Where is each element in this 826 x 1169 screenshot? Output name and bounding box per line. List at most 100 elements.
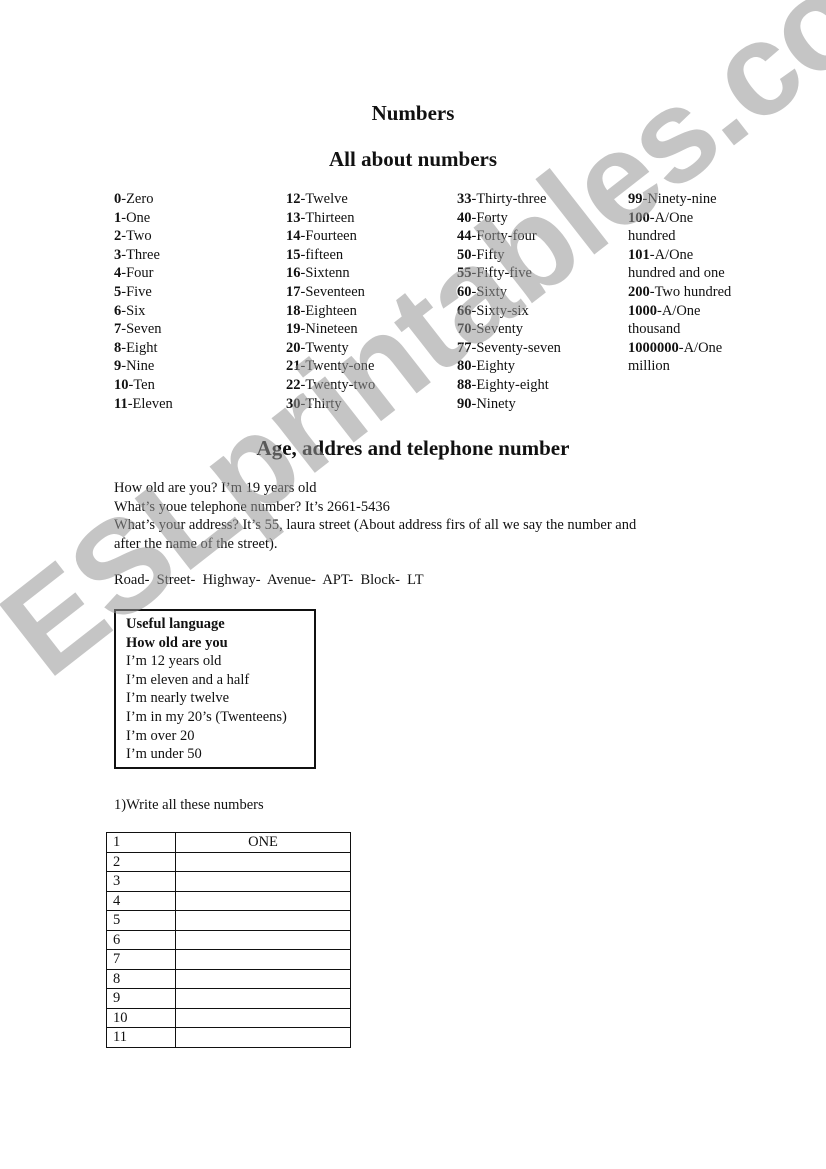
number-entry: thousand: [628, 320, 731, 339]
number-word: million: [628, 358, 670, 375]
exercise-answer-cell[interactable]: [175, 949, 351, 970]
number-digit: 14: [286, 228, 301, 245]
exercise-row: 1 ONE: [106, 832, 351, 853]
number-digit: 100: [628, 209, 650, 226]
paragraph-line: How old are you? I’m 19 years old: [114, 480, 317, 496]
number-entry: 50-Fifty: [457, 246, 561, 265]
number-entry: hundred: [628, 227, 731, 246]
number-digit: 101: [628, 246, 650, 263]
number-word: -Ninety: [471, 395, 516, 412]
number-word: -Nine: [121, 358, 155, 375]
number-digit: 11: [114, 395, 128, 412]
number-digit: 19: [286, 321, 301, 338]
exercise-answer-cell[interactable]: [175, 910, 351, 931]
number-word: -Twenty-one: [300, 358, 375, 375]
useful-language-box: Useful language How old are you I’m 12 y…: [114, 609, 316, 769]
number-word: -Seventeen: [300, 283, 365, 300]
number-word: -Eighty: [471, 358, 516, 375]
number-digit: 15: [286, 246, 301, 263]
numbers-column-4: 99-Ninety-nine 100-A/One hundred 101-A/One h…: [628, 190, 731, 376]
exercise-number: 10: [106, 1007, 176, 1028]
number-word: -Fifty-five: [471, 265, 532, 282]
number-entry: hundred and one: [628, 264, 731, 283]
number-entry: 14-Fourteen: [286, 227, 375, 246]
number-entry: 15-fifteen: [286, 246, 375, 265]
useful-language-subheading: How old are you: [126, 634, 228, 651]
number-entry: 17-Seventeen: [286, 283, 375, 302]
number-digit: 21: [286, 358, 301, 375]
exercise-number: 6: [106, 929, 176, 950]
exercise-answer-cell[interactable]: [175, 988, 351, 1009]
exercise-answer-cell[interactable]: [175, 1007, 351, 1028]
number-word: -Two: [121, 228, 152, 245]
number-entry: 5-Five: [114, 283, 173, 302]
exercise-row: 11: [106, 1027, 351, 1048]
number-entry: 60-Sixty: [457, 283, 561, 302]
number-digit: 99: [628, 191, 643, 207]
number-entry: 66-Sixty-six: [457, 302, 561, 321]
number-word: -Ninety-nine: [642, 191, 717, 207]
paragraph-line: What’s youe telephone number? It’s 2661-…: [114, 498, 390, 515]
number-word: -Sixty-six: [471, 302, 529, 319]
number-digit: 200: [628, 283, 650, 300]
number-entry: 200-Two hundred: [628, 283, 731, 302]
exercise-answer-cell[interactable]: [175, 890, 351, 911]
exercise-answer-cell[interactable]: [175, 929, 351, 950]
number-digit: 66: [457, 302, 472, 319]
number-digit: 10: [114, 376, 129, 393]
number-word: -Sixty: [471, 283, 507, 300]
exercise-number: 1: [106, 832, 176, 853]
exercise-answer-cell[interactable]: [175, 871, 351, 892]
number-digit: 90: [457, 395, 472, 412]
number-entry: 1000000-A/One: [628, 339, 731, 358]
number-word: -A/One: [657, 302, 701, 319]
number-word: -Seventy-seven: [471, 339, 561, 356]
exercise-row: 6: [106, 929, 351, 950]
number-word: -Three: [121, 246, 160, 263]
number-digit: 22: [286, 376, 301, 393]
exercise-table: 1 ONE 2 3 4 5 6 7 8 9 10 11: [106, 832, 351, 1048]
number-word: -Thirty: [300, 395, 342, 412]
number-entry: 55-Fifty-five: [457, 264, 561, 283]
exercise-answer-cell[interactable]: ONE: [175, 832, 351, 853]
number-entry: 6-Six: [114, 302, 173, 321]
exercise-answer-cell[interactable]: [175, 968, 351, 989]
number-entry: 8-Eight: [114, 339, 173, 358]
number-entry: 18-Eighteen: [286, 302, 375, 321]
exercise-number: 9: [106, 988, 176, 1009]
number-word: -Six: [121, 302, 146, 319]
number-word: -Four: [121, 265, 154, 282]
number-word: hundred and one: [628, 265, 725, 282]
number-word: -Ten: [128, 376, 155, 393]
number-word: -Fourteen: [300, 228, 357, 245]
number-word: -A/One: [649, 209, 694, 226]
number-entry: 70-Seventy: [457, 320, 561, 339]
useful-line: I’m under 50: [126, 746, 202, 763]
number-entry: 2-Two: [114, 227, 173, 246]
paragraph-line: What’s your address? It’s 55, laura stre…: [114, 517, 637, 534]
exercise-number: 5: [106, 910, 176, 931]
exercise-answer-cell[interactable]: [175, 851, 351, 872]
number-entry: 11-Eleven: [114, 395, 173, 414]
number-word: -Eighteen: [300, 302, 357, 319]
number-entry: 88-Eighty-eight: [457, 376, 561, 395]
exercise-row: 5: [106, 910, 351, 931]
exercise-number: 4: [106, 890, 176, 911]
number-word: -Sixtenn: [300, 265, 350, 282]
useful-line: I’m nearly twelve: [126, 690, 230, 707]
number-word: -Two hundred: [649, 283, 732, 300]
number-digit: 20: [286, 339, 301, 356]
number-word: -Eight: [121, 339, 158, 356]
number-entry: 19-Nineteen: [286, 320, 375, 339]
number-word: -Twenty: [300, 339, 349, 356]
number-digit: 70: [457, 321, 472, 338]
exercise-row: 7: [106, 949, 351, 970]
numbers-column-3: 33-Thirty-three 40-Forty 44-Forty-four 50-F…: [457, 190, 561, 413]
number-entry: 77-Seventy-seven: [457, 339, 561, 358]
number-digit: 13: [286, 209, 301, 226]
number-digit: 44: [457, 228, 472, 245]
paragraph-line: after the name of the street).: [114, 535, 278, 552]
exercise-answer-cell[interactable]: [175, 1027, 351, 1048]
useful-line: I’m eleven and a half: [126, 671, 250, 688]
number-entry: 16-Sixtenn: [286, 264, 375, 283]
